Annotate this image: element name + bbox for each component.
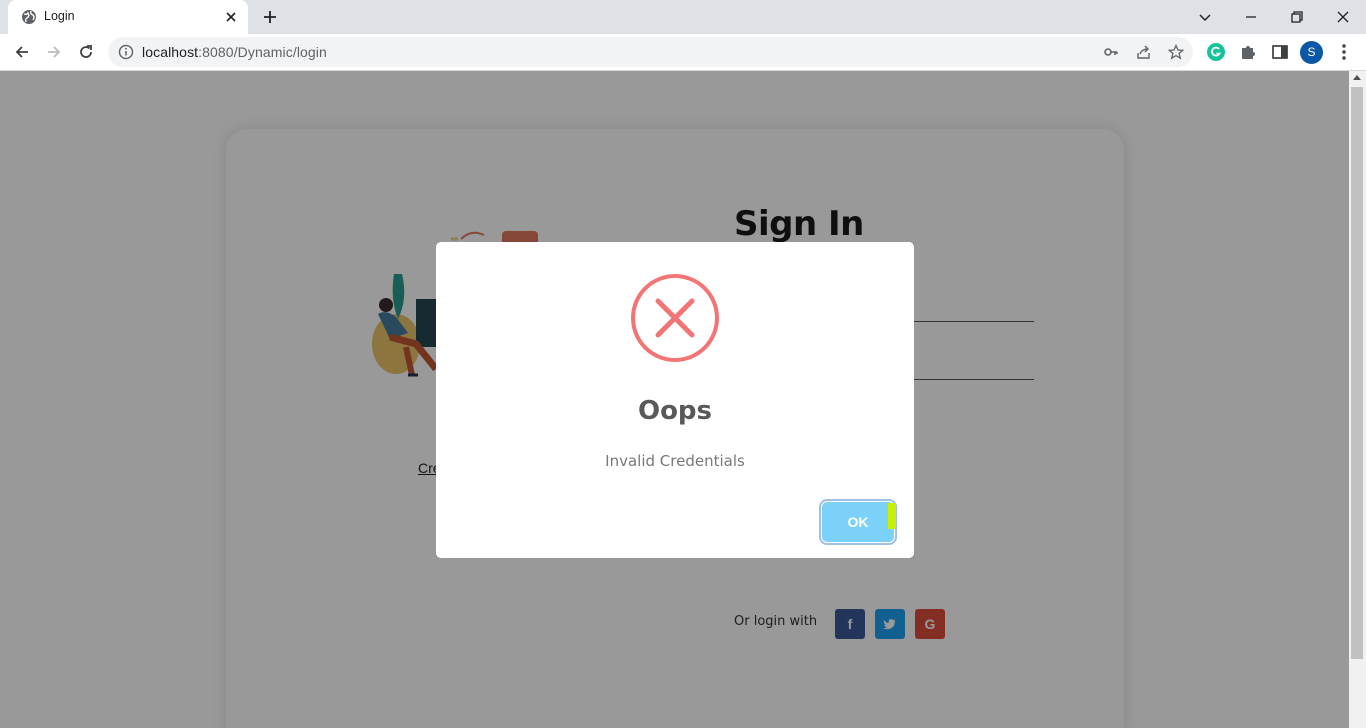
reload-icon[interactable] — [76, 42, 96, 62]
extensions-puzzle-icon[interactable] — [1238, 42, 1258, 62]
error-dialog: Oops Invalid Credentials OK — [436, 242, 914, 558]
address-bar[interactable]: localhost:8080/Dynamic/login — [108, 37, 1193, 67]
scroll-thumb[interactable] — [1351, 87, 1363, 659]
tab-strip: Login — [0, 0, 1366, 34]
grammarly-icon[interactable] — [1206, 42, 1226, 62]
dialog-message: Invalid Credentials — [605, 452, 745, 470]
browser-menu-icon[interactable] — [1336, 42, 1352, 62]
url-path: :8080/Dynamic/login — [198, 44, 327, 60]
new-tab-icon[interactable] — [261, 8, 279, 26]
back-icon[interactable] — [12, 42, 32, 62]
cursor-highlight — [888, 503, 896, 529]
error-x-icon — [631, 274, 719, 362]
side-panel-icon[interactable] — [1270, 42, 1290, 62]
close-tab-icon[interactable] — [223, 9, 239, 25]
site-info-icon[interactable] — [118, 44, 134, 60]
tab-search-icon[interactable] — [1194, 6, 1216, 28]
bookmark-star-icon[interactable] — [1168, 44, 1184, 60]
page-viewport: Cre Sign In Or login with f G Oops Inval… — [0, 71, 1349, 728]
profile-avatar[interactable]: S — [1300, 41, 1323, 64]
tab-login[interactable]: Login — [8, 0, 248, 34]
ok-button[interactable]: OK — [822, 502, 894, 542]
page-scrollbar[interactable] — [1349, 71, 1366, 728]
globe-icon — [22, 10, 36, 24]
url-text[interactable]: localhost:8080/Dynamic/login — [142, 44, 327, 60]
minimize-icon[interactable] — [1240, 6, 1262, 28]
browser-toolbar: localhost:8080/Dynamic/login S — [0, 34, 1366, 71]
scroll-up-arrow-icon[interactable] — [1353, 75, 1361, 80]
dialog-title: Oops — [637, 396, 713, 426]
tab-title: Login — [44, 9, 75, 23]
forward-icon[interactable] — [44, 42, 64, 62]
close-window-icon[interactable] — [1332, 6, 1354, 28]
url-host: localhost — [142, 44, 199, 60]
restore-icon[interactable] — [1286, 6, 1308, 28]
share-icon[interactable] — [1136, 44, 1152, 60]
key-icon[interactable] — [1103, 44, 1119, 60]
